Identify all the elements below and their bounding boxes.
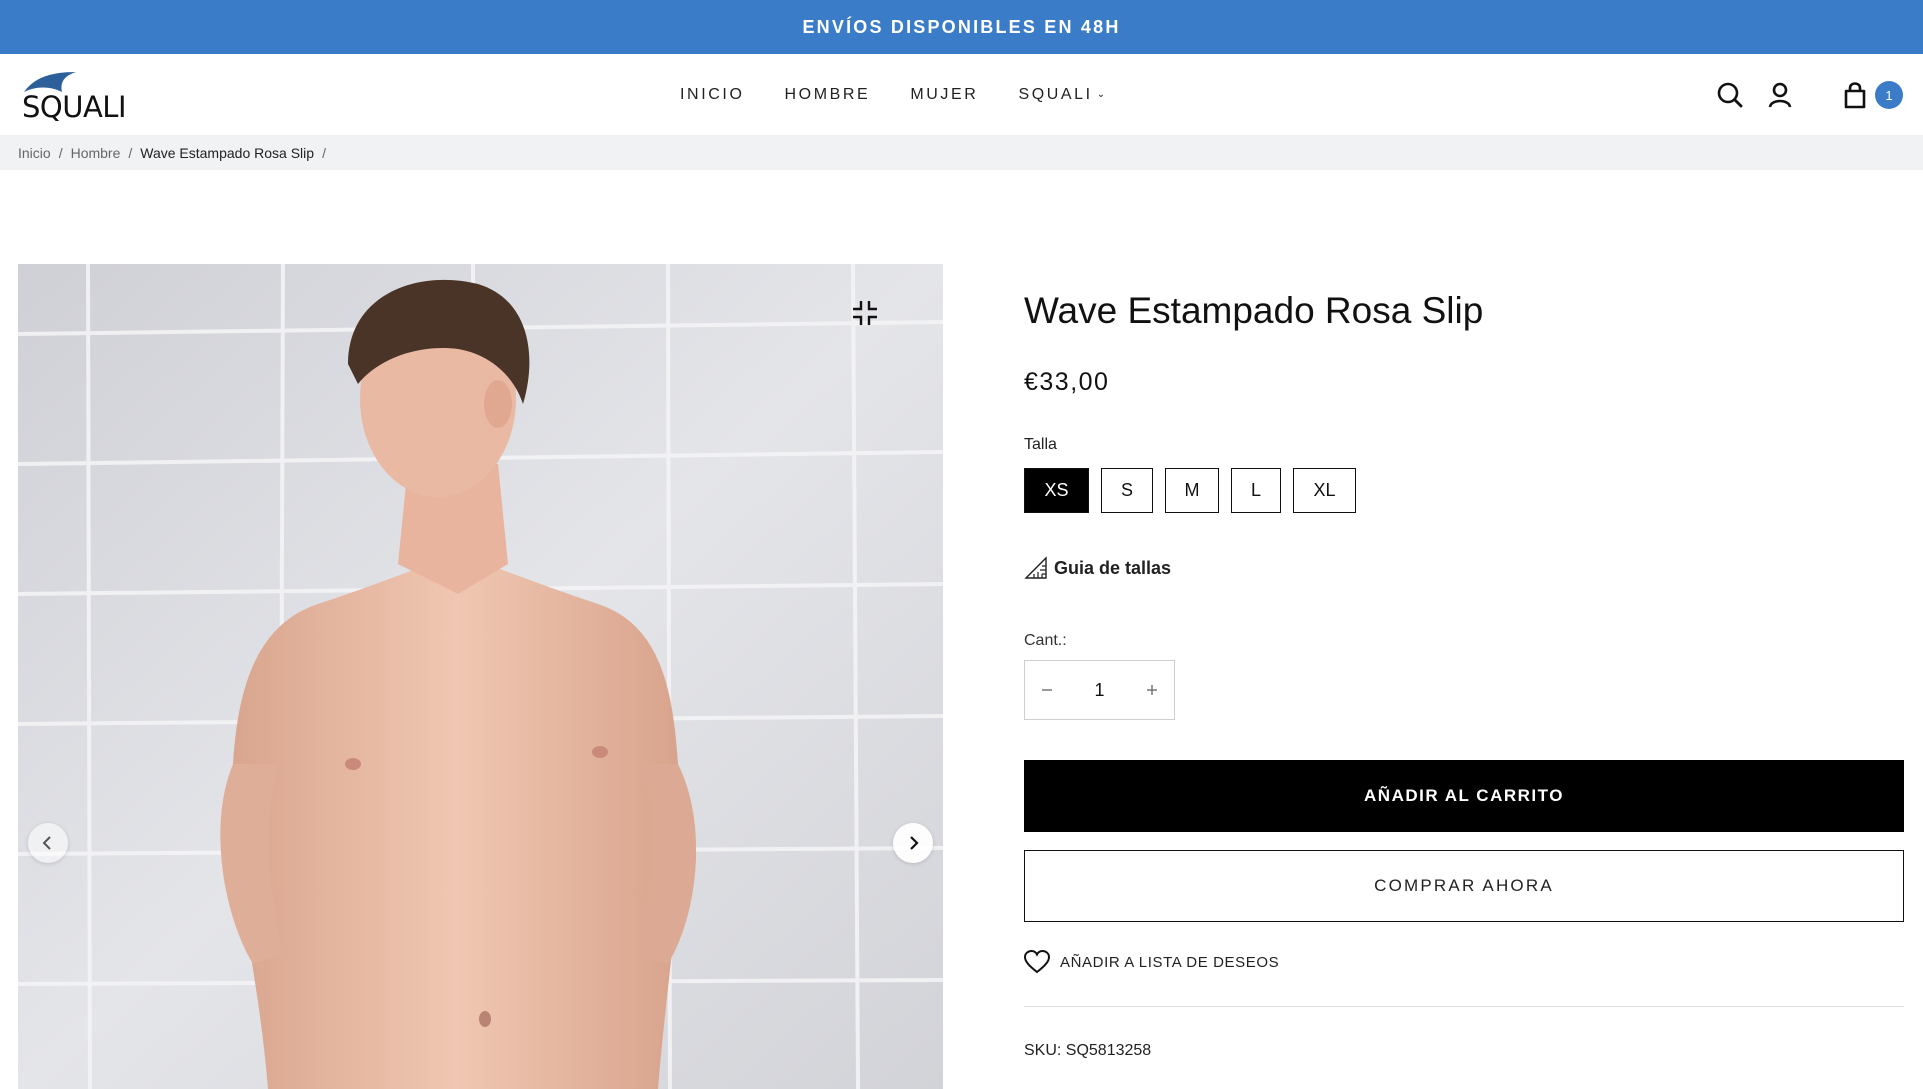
site-header: SQUALI INICIO HOMBRE MUJER SQUALI ⌄	[0, 54, 1923, 135]
breadcrumb: Inicio / Hombre / Wave Estampado Rosa Sl…	[0, 135, 1923, 170]
add-to-wishlist-link[interactable]: AÑADIR A LISTA DE DESEOS	[1024, 950, 1279, 974]
gallery-next-button[interactable]	[893, 823, 933, 863]
quantity-decrease-button[interactable]	[1025, 661, 1069, 719]
plus-icon	[1147, 685, 1157, 695]
size-label: Talla	[1024, 436, 1057, 453]
breadcrumb-item-hombre[interactable]: Hombre	[71, 145, 121, 161]
product-image	[18, 264, 943, 1089]
gallery-prev-button[interactable]	[28, 823, 68, 863]
quantity-increase-button[interactable]	[1130, 661, 1174, 719]
heart-icon	[1024, 950, 1050, 974]
nav-item-hombre[interactable]: HOMBRE	[785, 86, 871, 104]
nav-item-squali-dropdown[interactable]: SQUALI ⌄	[1018, 86, 1107, 104]
add-to-cart-button[interactable]: AÑADIR AL CARRITO	[1024, 760, 1904, 832]
breadcrumb-item-inicio[interactable]: Inicio	[18, 145, 51, 161]
quantity-input[interactable]	[1069, 679, 1130, 701]
product-gallery	[18, 264, 943, 1089]
product-price: €33,00	[1024, 368, 1110, 396]
wishlist-label: AÑADIR A LISTA DE DESEOS	[1060, 953, 1280, 971]
chevron-down-icon: ⌄	[1096, 88, 1108, 100]
product-title: Wave Estampado Rosa Slip	[1024, 290, 1484, 331]
cart-count-badge: 1	[1875, 81, 1903, 109]
size-option-l[interactable]: L	[1231, 468, 1281, 513]
chevron-left-icon	[42, 836, 51, 850]
quantity-stepper	[1024, 660, 1175, 720]
breadcrumb-separator: /	[128, 144, 133, 161]
product-sku: SKU: SQ5813258	[1024, 1042, 1152, 1059]
zoom-icon[interactable]	[850, 298, 880, 328]
divider	[1024, 1006, 1904, 1007]
announcement-text: ENVÍOS DISPONIBLES EN 48H	[802, 16, 1121, 37]
cart-icon[interactable]	[1840, 80, 1870, 110]
size-guide-label: Guia de tallas	[1054, 557, 1172, 578]
buy-now-button[interactable]: COMPRAR AHORA	[1024, 850, 1904, 922]
add-to-cart-label: AÑADIR AL CARRITO	[1364, 786, 1564, 805]
main-nav: INICIO HOMBRE MUJER SQUALI ⌄	[680, 54, 1108, 135]
account-icon[interactable]	[1765, 80, 1795, 110]
announcement-bar: ENVÍOS DISPONIBLES EN 48H	[0, 0, 1923, 54]
size-guide-link[interactable]: Guia de tallas	[1024, 556, 1171, 580]
size-selector: XS S M L XL	[1024, 468, 1356, 513]
logo-text: SQUALI	[22, 90, 127, 124]
size-option-xl[interactable]: XL	[1293, 468, 1356, 513]
ruler-icon	[1024, 556, 1047, 579]
logo[interactable]: SQUALI	[20, 68, 138, 124]
nav-item-inicio[interactable]: INICIO	[680, 86, 745, 104]
size-option-s[interactable]: S	[1101, 468, 1153, 513]
nav-item-squali-label: SQUALI	[1018, 85, 1093, 103]
nav-item-mujer[interactable]: MUJER	[910, 86, 978, 104]
search-icon[interactable]	[1715, 80, 1745, 110]
chevron-right-icon	[910, 836, 919, 850]
minus-icon	[1042, 689, 1052, 691]
breadcrumb-separator: /	[58, 144, 63, 161]
breadcrumb-current: Wave Estampado Rosa Slip	[140, 144, 315, 161]
size-option-m[interactable]: M	[1165, 468, 1219, 513]
buy-now-label: COMPRAR AHORA	[1374, 876, 1554, 895]
quantity-label: Cant.:	[1024, 632, 1067, 649]
breadcrumb-separator: /	[322, 144, 326, 161]
size-option-xs[interactable]: XS	[1024, 468, 1089, 513]
